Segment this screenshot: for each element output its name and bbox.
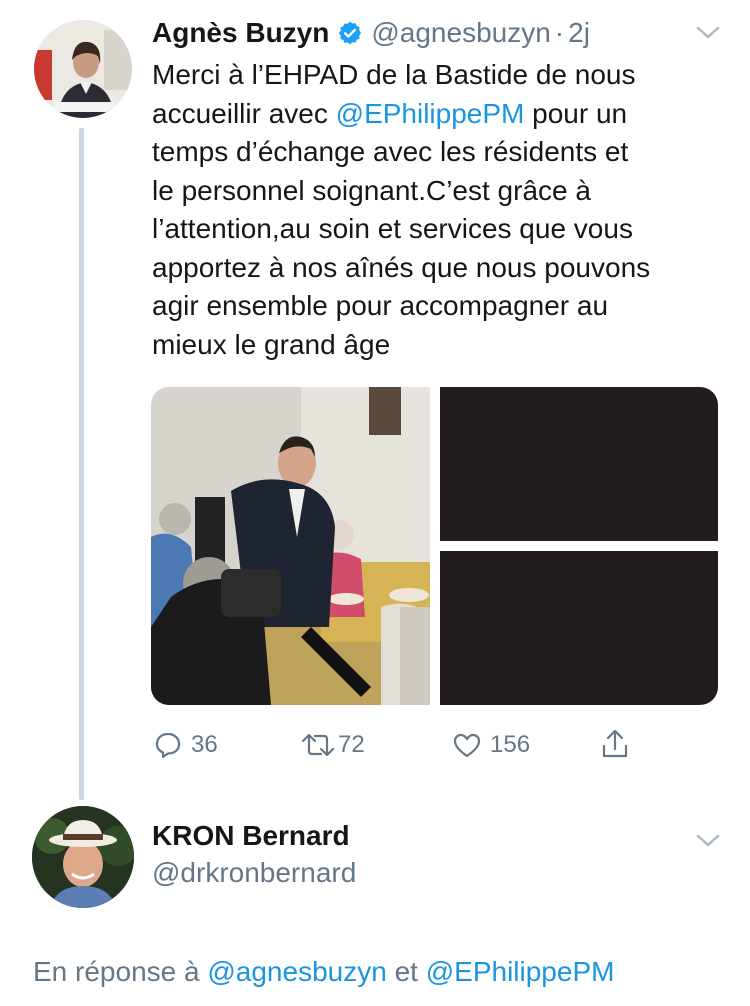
chevron-down-icon[interactable]: [695, 24, 721, 47]
replying-to-mention-2[interactable]: @EPhilippePM: [426, 956, 615, 987]
tweet-text-fragment: pour un: [524, 97, 628, 129]
media-photo-top-right[interactable]: [440, 387, 718, 541]
author-name[interactable]: Agnès Buzyn: [152, 17, 329, 49]
replying-to-prefix: En réponse à: [33, 956, 200, 987]
share-action[interactable]: [600, 728, 630, 760]
verified-badge-icon: [337, 20, 363, 46]
tweet-text-line: accueillir avec @EPhilippePM pour un: [152, 95, 722, 134]
tweet-text-line: mieux le grand âge: [152, 328, 391, 360]
tweet-text-line: agir ensemble pour accompagner au: [152, 290, 609, 321]
tweet-header: Agnès Buzyn @agnesbuzyn · 2j: [152, 14, 590, 52]
tweet-text-line: l’attention,au soin et services que vous: [152, 213, 633, 244]
like-icon: [452, 730, 482, 760]
tweet-text-line: Merci à l’EHPAD de la Bastide de nous: [152, 59, 636, 90]
chevron-down-icon[interactable]: [695, 832, 721, 855]
tweet-text: Merci à l’EHPAD de la Bastide de nous ac…: [152, 56, 722, 364]
media-grid: [151, 387, 718, 705]
reply-icon: [153, 730, 183, 760]
like-action[interactable]: 156: [452, 730, 530, 760]
tweet-text-line: apportez à nos aînés que nous pouvons: [152, 251, 651, 283]
retweet-action[interactable]: 72: [300, 730, 365, 760]
mention-link[interactable]: @EPhilippePM: [336, 98, 525, 129]
replying-to-and: et: [394, 956, 418, 987]
retweet-icon: [300, 730, 336, 760]
reply-count: 36: [191, 731, 218, 758]
replying-to-line: En réponse à @agnesbuzyn et @EPhilippePM: [33, 956, 614, 988]
author-avatar[interactable]: [34, 20, 132, 118]
author-handle[interactable]: @agnesbuzyn: [371, 17, 550, 49]
tweet-time[interactable]: 2j: [568, 17, 590, 49]
reply-author-handle[interactable]: @drkronbernard: [152, 857, 356, 889]
media-photo-main[interactable]: [151, 387, 430, 705]
reply-author-avatar[interactable]: [32, 806, 134, 908]
tweet-text-fragment: accueillir avec: [152, 97, 336, 129]
share-icon: [600, 728, 630, 760]
reply-action[interactable]: 36: [153, 730, 218, 760]
thread-connector-line: [79, 128, 84, 800]
like-count: 156: [490, 731, 531, 758]
tweet-text-line: temps d’échange avec les résidents et: [152, 136, 629, 167]
separator-dot: ·: [554, 17, 565, 48]
retweet-count: 72: [338, 731, 365, 758]
reply-author-name[interactable]: KRON Bernard: [152, 820, 350, 852]
replying-to-mention-1[interactable]: @agnesbuzyn: [207, 956, 386, 987]
tweet-text-line: le personnel soignant.C’est grâce à: [152, 174, 591, 206]
media-photo-bottom-right[interactable]: [440, 551, 718, 705]
